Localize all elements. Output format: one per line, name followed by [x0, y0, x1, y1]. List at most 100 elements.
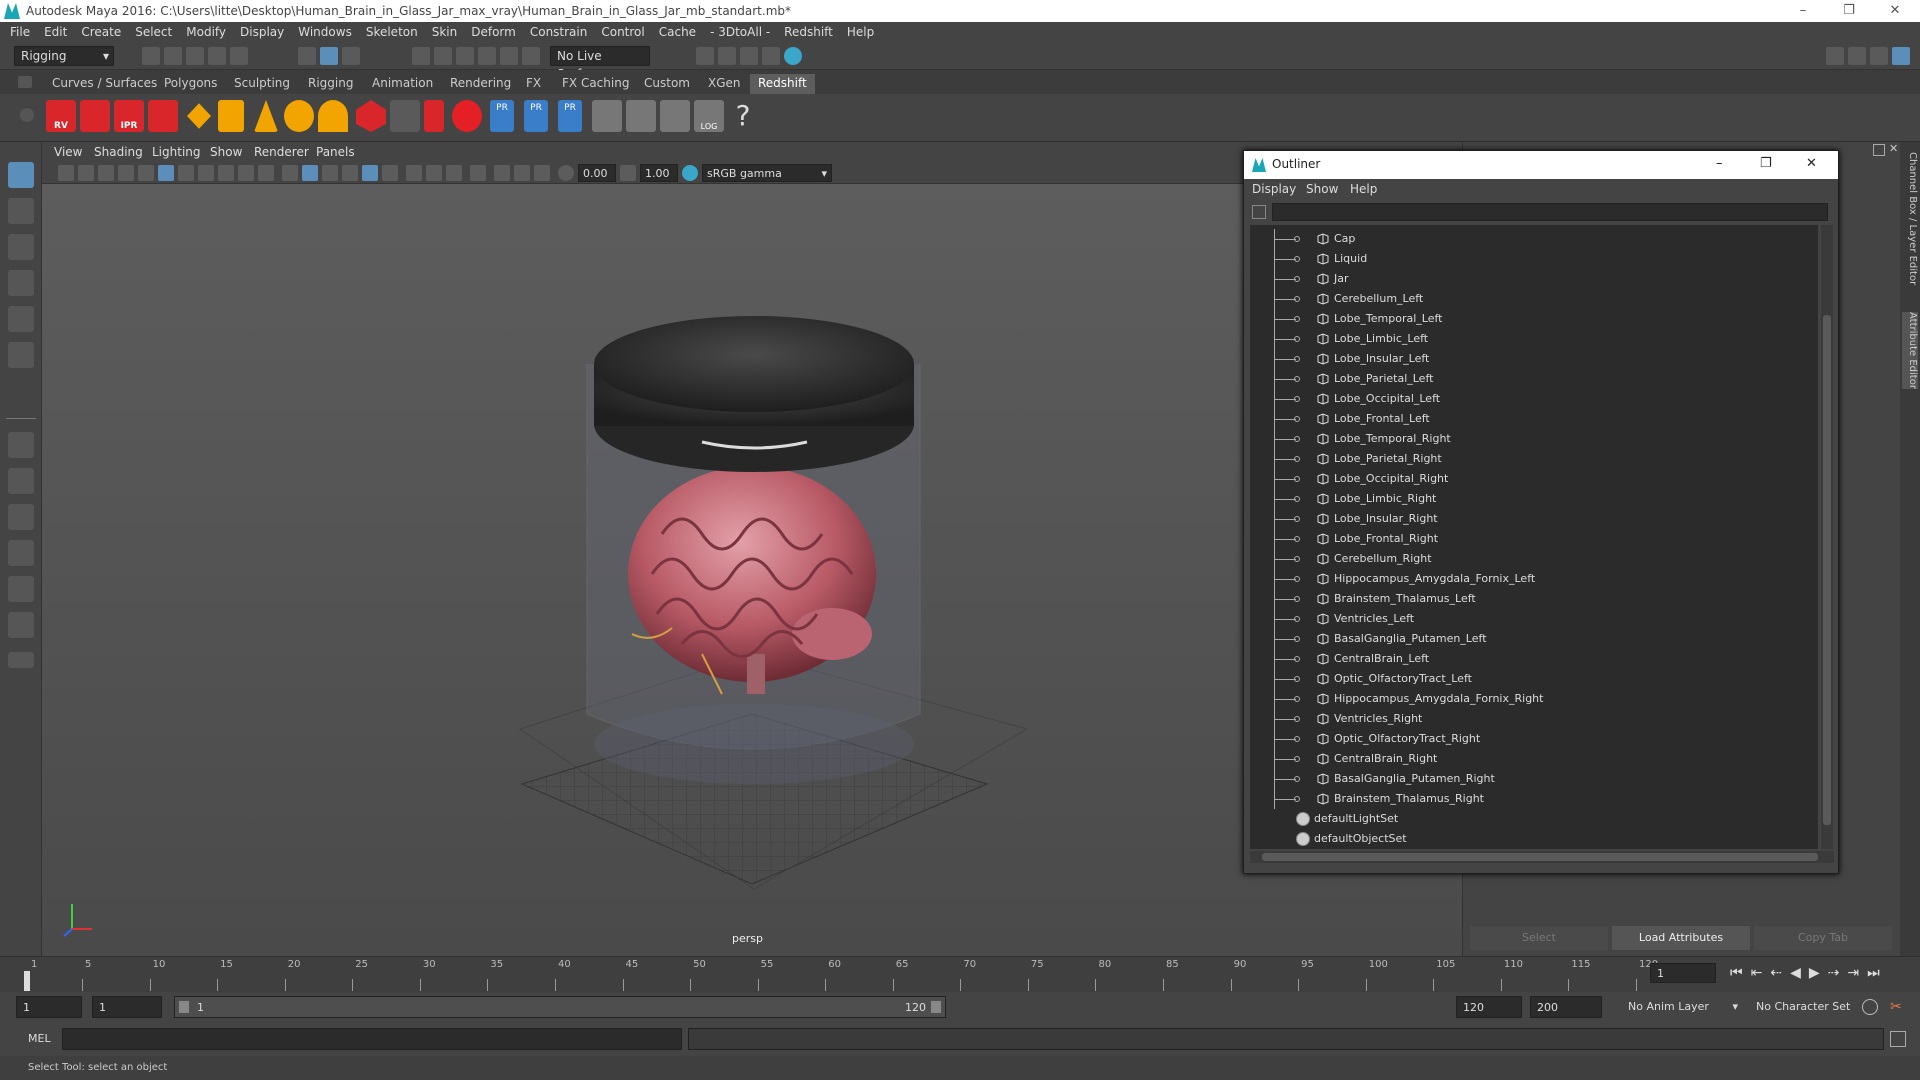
redshift-proxy-icon[interactable] — [187, 103, 211, 129]
redshift-pr-icon-1[interactable]: PR — [490, 100, 514, 132]
anim-layer-selector[interactable]: No Anim Layer ▾ — [1622, 996, 1742, 1018]
redshift-render-view-icon[interactable]: RV — [46, 100, 76, 132]
menu-cache[interactable]: Cache — [659, 25, 696, 39]
expand-icon[interactable] — [1294, 556, 1300, 562]
gate-mask-icon[interactable] — [218, 165, 234, 181]
snap-curve-icon[interactable] — [434, 47, 452, 65]
attribute-editor-toggle-icon[interactable] — [1892, 47, 1910, 65]
outliner-item[interactable]: Lobe_Temporal_Right — [1250, 429, 1818, 449]
viewport-menu-lighting[interactable]: Lighting — [152, 145, 201, 159]
playback-end-field[interactable]: 120 — [1456, 996, 1522, 1018]
expand-icon[interactable] — [1294, 736, 1300, 742]
redshift-area-light-icon[interactable] — [218, 100, 244, 132]
outliner-item[interactable]: Lobe_Temporal_Left — [1250, 309, 1818, 329]
snap-grid-icon[interactable] — [412, 47, 430, 65]
menu-windows[interactable]: Windows — [298, 25, 352, 39]
outliner-item[interactable]: Lobe_Insular_Left — [1250, 349, 1818, 369]
restore-button[interactable]: ❐ — [1826, 0, 1872, 22]
outliner-item[interactable]: CentralBrain_Right — [1250, 749, 1818, 769]
go-to-start-icon[interactable]: ⏮ — [1730, 965, 1751, 981]
menu-constrain[interactable]: Constrain — [530, 25, 588, 39]
smooth-shade-icon[interactable] — [302, 165, 318, 181]
current-frame-field[interactable]: 1 — [1650, 963, 1716, 983]
color-space-selector[interactable]: sRGB gamma ▾ — [702, 164, 832, 182]
expand-icon[interactable] — [1294, 596, 1300, 602]
redo-icon[interactable] — [230, 47, 248, 65]
hypershade-layout-icon[interactable] — [8, 576, 34, 602]
menu-3dtoall[interactable]: - 3DtoAll - — [710, 25, 770, 39]
redshift-hair-icon[interactable] — [390, 100, 420, 132]
outliner-item[interactable]: Lobe_Limbic_Right — [1250, 489, 1818, 509]
step-forward-icon[interactable]: ⇢ — [1828, 965, 1848, 981]
outliner-item[interactable]: Lobe_Occipital_Left — [1250, 389, 1818, 409]
shelf-tab-fx[interactable]: FX — [518, 74, 549, 94]
outliner-menu-display[interactable]: Display — [1252, 182, 1296, 196]
step-back-icon[interactable]: ⇠ — [1770, 965, 1790, 981]
restore-button[interactable]: ❐ — [1760, 156, 1772, 171]
color-management-icon[interactable] — [682, 165, 698, 181]
outliner-menu-help[interactable]: Help — [1350, 182, 1377, 196]
exposure-field[interactable]: 0.00 — [578, 164, 616, 182]
outliner-item[interactable]: CentralBrain_Left — [1250, 649, 1818, 669]
range-end-handle[interactable] — [931, 1001, 941, 1013]
move-tool-icon[interactable] — [8, 270, 34, 296]
time-slider[interactable]: 1 5 10 15 20 25 30 35 40 45 50 55 60 65 70 75 80 85 90 95 10… — [0, 956, 1920, 992]
expand-icon[interactable] — [1294, 616, 1300, 622]
expand-icon[interactable] — [1294, 656, 1300, 662]
expand-icon[interactable] — [1294, 776, 1300, 782]
paint-select-tool-icon[interactable] — [8, 234, 34, 260]
outliner-item[interactable]: Cerebellum_Left — [1250, 289, 1818, 309]
play-backward-icon[interactable]: ◀ — [1790, 965, 1809, 981]
menu-create[interactable]: Create — [81, 25, 121, 39]
close-button[interactable]: ✕ — [1872, 0, 1918, 22]
shelf-tab-rendering[interactable]: Rendering — [442, 74, 519, 94]
script-editor-icon[interactable] — [1890, 1031, 1906, 1047]
redshift-script-icon[interactable] — [660, 100, 690, 132]
new-scene-icon[interactable] — [142, 47, 160, 65]
redshift-lens-icon[interactable] — [626, 100, 656, 132]
exposure-icon[interactable] — [558, 165, 574, 181]
custom-layout-icon[interactable] — [8, 612, 34, 638]
copy-tab-button[interactable]: Copy Tab — [1754, 926, 1892, 950]
field-chart-icon[interactable] — [238, 165, 254, 181]
hypershade-icon[interactable] — [784, 47, 802, 65]
minimize-button[interactable]: – — [1780, 0, 1826, 22]
persp-outliner-layout-icon[interactable] — [8, 504, 34, 530]
expand-icon[interactable] — [1294, 236, 1300, 242]
shelf-tab-polygons[interactable]: Polygons — [156, 74, 225, 94]
close-panel-icon[interactable]: ✕ — [1889, 142, 1898, 155]
scroll-thumb[interactable] — [1262, 853, 1818, 861]
lasso-tool-icon[interactable] — [8, 198, 34, 224]
outliner-item[interactable]: Cerebellum_Right — [1250, 549, 1818, 569]
outliner-item[interactable]: BasalGanglia_Putamen_Right — [1250, 769, 1818, 789]
shelf-tab-redshift[interactable]: Redshift — [750, 74, 815, 94]
help-icon[interactable]: ? — [728, 100, 758, 132]
xray-joints-icon[interactable] — [514, 165, 530, 181]
redshift-spot-light-icon[interactable] — [254, 100, 278, 132]
go-to-end-icon[interactable]: ⏭ — [1867, 965, 1888, 981]
expand-icon[interactable] — [1294, 316, 1300, 322]
persp-graph-layout-icon[interactable] — [8, 540, 34, 566]
outliner-item[interactable]: Lobe_Insular_Right — [1250, 509, 1818, 529]
grid-icon[interactable] — [158, 165, 174, 181]
single-perspective-layout-icon[interactable] — [8, 432, 34, 458]
expand-icon[interactable] — [1294, 756, 1300, 762]
playback-start-field[interactable]: 1 — [92, 996, 162, 1018]
outliner-item[interactable]: Cap — [1250, 229, 1818, 249]
viewport-menu-show[interactable]: Show — [210, 145, 242, 159]
wireframe-on-shaded-icon[interactable] — [322, 165, 338, 181]
script-language-label[interactable]: MEL — [28, 1032, 51, 1045]
character-set-selector[interactable]: No Character Set — [1750, 996, 1862, 1018]
redshift-pr-icon-3[interactable]: PR — [558, 100, 582, 132]
expand-icon[interactable] — [1294, 436, 1300, 442]
redshift-curve-icon[interactable] — [424, 100, 444, 132]
shelf-tab-sculpting[interactable]: Sculpting — [226, 74, 298, 94]
wireframe-icon[interactable] — [282, 165, 298, 181]
layout-options-icon[interactable] — [8, 652, 34, 668]
expand-icon[interactable] — [1294, 576, 1300, 582]
workspace-icon[interactable] — [1826, 47, 1844, 65]
outliner-search-input[interactable] — [1272, 203, 1828, 221]
redshift-ipr-icon[interactable]: IPR — [114, 100, 144, 132]
shelf-tab-fx-caching[interactable]: FX Caching — [554, 74, 637, 94]
menu-modify[interactable]: Modify — [186, 25, 226, 39]
